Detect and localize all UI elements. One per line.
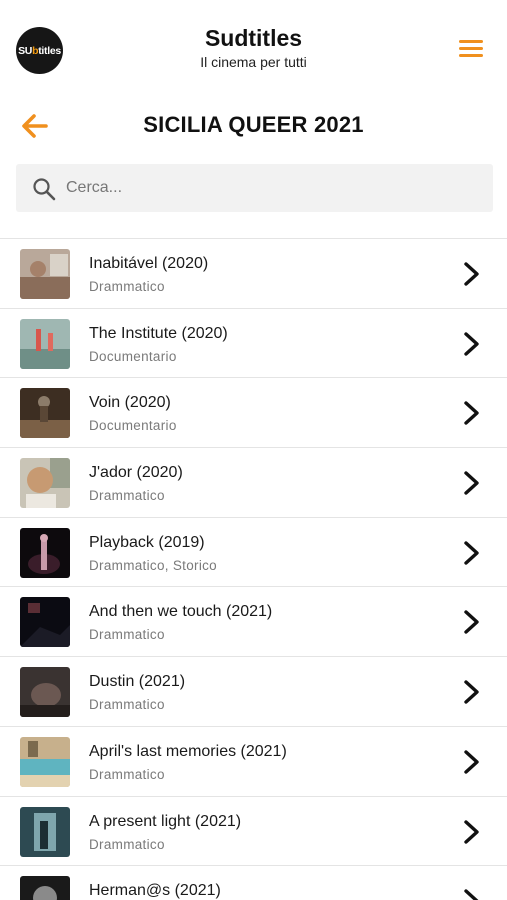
list-item[interactable]: Herman@s (2021) xyxy=(0,866,507,900)
list-item[interactable]: The Institute (2020) Documentario xyxy=(0,309,507,379)
chevron-right-icon xyxy=(464,471,479,495)
film-title: Playback (2019) xyxy=(89,533,205,551)
film-thumbnail xyxy=(20,736,70,787)
film-title: Dustin (2021) xyxy=(89,673,186,691)
chevron-right-icon xyxy=(464,541,479,565)
film-list: Inabitável (2020) Drammatico The Institu… xyxy=(0,238,507,900)
brand: Sudtitles Il cinema per tutti xyxy=(0,24,507,71)
chevron-right-icon xyxy=(464,401,479,426)
film-title: J'ador (2020) xyxy=(89,464,183,482)
film-title: April's last memories (2021) xyxy=(89,742,287,760)
film-genre: Drammatico xyxy=(89,697,165,713)
film-genre: Documentario xyxy=(89,418,177,434)
film-title: Voin (2020) xyxy=(89,394,171,412)
film-genre: Drammatico xyxy=(89,488,165,504)
search-icon xyxy=(33,178,56,201)
chevron-right-icon xyxy=(464,680,479,704)
list-item[interactable]: Dustin (2021) Drammatico xyxy=(0,657,507,727)
list-item[interactable]: J'ador (2020) Drammatico xyxy=(0,448,507,518)
search-input[interactable] xyxy=(66,164,476,212)
film-thumbnail xyxy=(20,318,70,369)
film-thumbnail xyxy=(20,597,70,648)
film-thumbnail xyxy=(20,667,70,718)
film-genre: Drammatico xyxy=(89,627,165,643)
list-item[interactable]: April's last memories (2021) Drammatico xyxy=(0,727,507,797)
film-genre: Drammatico xyxy=(89,279,165,294)
film-title: Herman@s (2021) xyxy=(89,882,221,900)
app-title: Sudtitles xyxy=(204,25,303,51)
chevron-right-icon xyxy=(464,750,479,774)
chevron-right-icon xyxy=(464,331,479,356)
film-title: Inabitável (2020) xyxy=(89,255,209,272)
page-title: SICILIA QUEER 2021 xyxy=(143,112,364,137)
film-genre: Drammatico xyxy=(89,766,165,782)
page-titlebar: SICILIA QUEER 2021 xyxy=(0,104,507,148)
search-bar[interactable] xyxy=(16,164,493,212)
list-item[interactable]: Inabitável (2020) Drammatico xyxy=(0,239,507,309)
film-title: A present light (2021) xyxy=(89,812,242,830)
film-thumbnail xyxy=(20,249,70,299)
chevron-right-icon xyxy=(464,610,479,635)
film-title: And then we touch (2021) xyxy=(89,603,273,621)
film-thumbnail xyxy=(20,876,70,900)
chevron-right-icon xyxy=(464,262,479,286)
app-subtitle: Il cinema per tutti xyxy=(200,54,307,70)
list-item[interactable]: A present light (2021) Drammatico xyxy=(0,797,507,867)
list-item[interactable]: And then we touch (2021) Drammatico xyxy=(0,587,507,658)
list-item[interactable]: Voin (2020) Documentario xyxy=(0,378,507,449)
film-title: The Institute (2020) xyxy=(89,324,228,342)
chevron-right-icon xyxy=(464,889,479,900)
film-genre: Drammatico xyxy=(89,836,165,852)
hamburger-menu-icon[interactable] xyxy=(459,40,483,59)
chevron-right-icon xyxy=(464,819,479,844)
list-item[interactable]: Playback (2019) Drammatico, Storico xyxy=(0,518,507,588)
film-thumbnail xyxy=(20,527,70,578)
app-header: SUbtitles Sudtitles Il cinema per tutti xyxy=(0,0,507,96)
film-thumbnail xyxy=(20,806,70,857)
film-genre: Drammatico, Storico xyxy=(89,557,217,573)
film-genre: Documentario xyxy=(89,348,177,364)
film-thumbnail xyxy=(20,388,70,439)
film-thumbnail xyxy=(20,458,70,509)
